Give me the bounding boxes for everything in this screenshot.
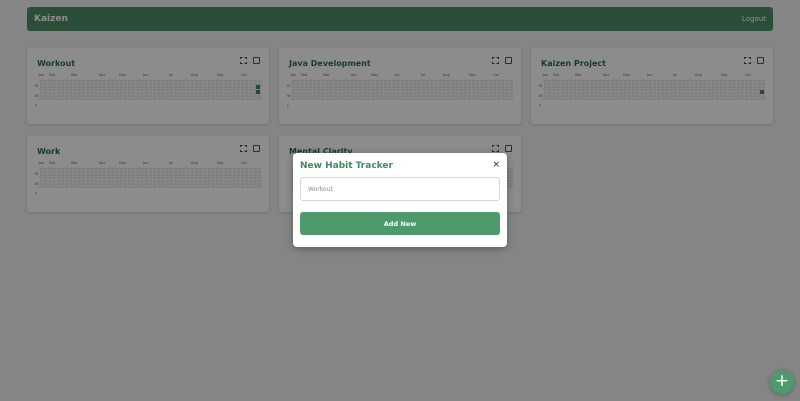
new-habit-modal: New Habit Tracker × Add New: [293, 153, 507, 247]
close-icon[interactable]: ×: [492, 160, 500, 170]
modal-title: New Habit Tracker: [300, 161, 393, 171]
habit-name-input[interactable]: [300, 177, 500, 201]
add-new-button[interactable]: Add New: [300, 212, 500, 235]
add-habit-fab[interactable]: +: [770, 370, 794, 394]
